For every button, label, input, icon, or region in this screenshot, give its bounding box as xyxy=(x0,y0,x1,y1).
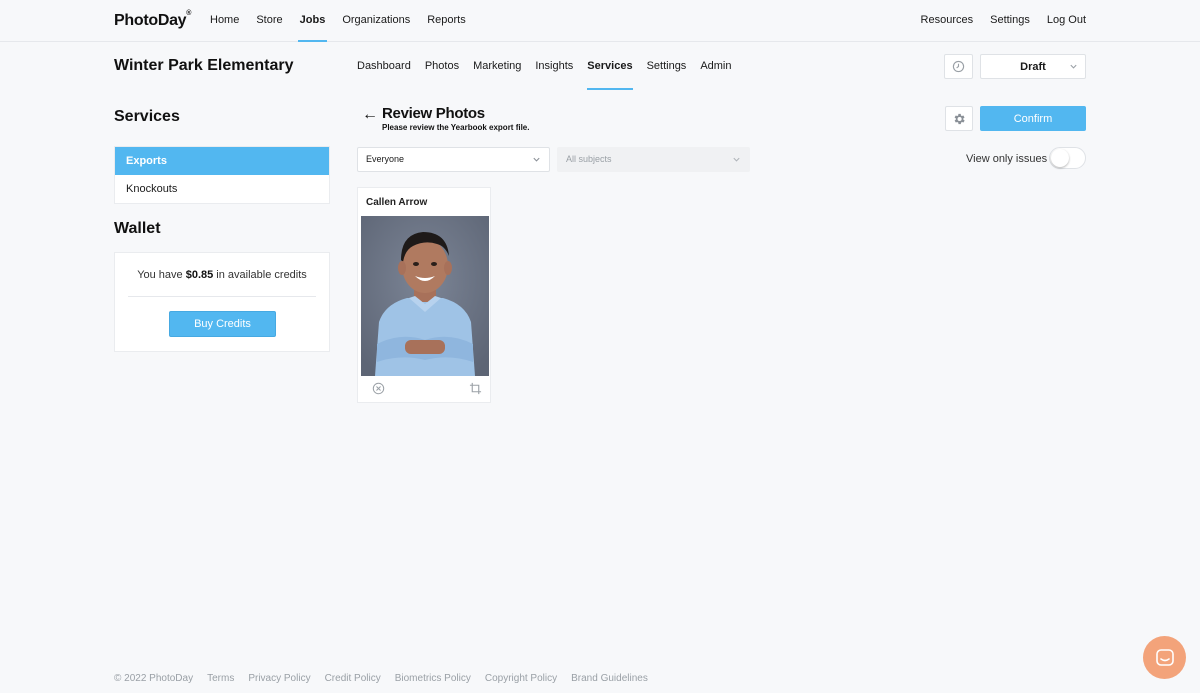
job-title: Winter Park Elementary xyxy=(114,57,294,74)
chat-widget-button[interactable] xyxy=(1143,636,1186,679)
chevron-down-icon xyxy=(533,157,540,162)
wallet-card: You have $0.85 in available credits Buy … xyxy=(114,252,330,352)
portrait-illustration xyxy=(361,216,489,376)
footer-link-brand[interactable]: Brand Guidelines xyxy=(571,673,648,684)
chevron-down-icon xyxy=(733,157,740,162)
nav-resources[interactable]: Resources xyxy=(921,0,974,42)
crop-icon[interactable] xyxy=(469,382,482,395)
buy-credits-button[interactable]: Buy Credits xyxy=(169,311,276,337)
wallet-amount: $0.85 xyxy=(185,269,214,281)
history-button[interactable] xyxy=(944,54,973,79)
clock-icon xyxy=(952,60,965,73)
wallet-heading: Wallet xyxy=(114,220,161,237)
footer-link-privacy[interactable]: Privacy Policy xyxy=(248,673,310,684)
divider xyxy=(128,296,316,297)
nav-store[interactable]: Store xyxy=(256,0,282,42)
nav-settings[interactable]: Settings xyxy=(990,0,1030,42)
people-filter-select[interactable]: Everyone xyxy=(357,147,550,172)
job-status-value: Draft xyxy=(1020,60,1046,73)
close-circle-icon[interactable] xyxy=(372,382,385,395)
nav-jobs[interactable]: Jobs xyxy=(297,0,327,42)
tab-marketing[interactable]: Marketing xyxy=(473,53,521,90)
tab-dashboard[interactable]: Dashboard xyxy=(357,53,411,90)
view-issues-toggle[interactable] xyxy=(1049,147,1086,169)
footer-link-credit[interactable]: Credit Policy xyxy=(325,673,381,684)
subjects-filter-select: All subjects xyxy=(557,147,750,172)
tab-photos[interactable]: Photos xyxy=(425,53,459,90)
footer-link-terms[interactable]: Terms xyxy=(207,673,234,684)
chevron-down-icon xyxy=(1070,64,1077,69)
tab-admin[interactable]: Admin xyxy=(700,53,731,90)
settings-button[interactable] xyxy=(945,106,973,131)
services-heading: Services xyxy=(114,108,180,125)
photo-card[interactable]: Callen Arrow xyxy=(357,187,491,403)
sidebar-item-knockouts[interactable]: Knockouts xyxy=(115,175,329,203)
subject-photo[interactable] xyxy=(361,216,489,376)
tab-settings[interactable]: Settings xyxy=(647,53,687,90)
tab-insights[interactable]: Insights xyxy=(535,53,573,90)
view-issues-label: View only issues xyxy=(966,153,1048,165)
nav-organizations[interactable]: Organizations xyxy=(342,0,410,42)
nav-logout[interactable]: Log Out xyxy=(1047,0,1086,42)
page-subtitle: Please review the Yearbook export file. xyxy=(382,123,530,132)
nav-home[interactable]: Home xyxy=(210,0,239,42)
photo-actions xyxy=(358,381,490,399)
photoday-logo[interactable]: PhotoDay® xyxy=(114,10,191,30)
job-status-select[interactable]: Draft xyxy=(980,54,1086,79)
back-arrow-icon[interactable]: ← xyxy=(362,106,378,124)
tab-services[interactable]: Services xyxy=(587,53,633,90)
main-nav: Home Store Jobs Organizations Reports xyxy=(210,0,483,42)
sidebar-item-exports[interactable]: Exports xyxy=(115,147,329,175)
services-menu: Exports Knockouts xyxy=(114,146,330,204)
footer-link-biometrics[interactable]: Biometrics Policy xyxy=(395,673,471,684)
chat-icon xyxy=(1155,648,1174,666)
confirm-button[interactable]: Confirm xyxy=(980,106,1086,131)
top-navbar: PhotoDay® Home Store Jobs Organizations … xyxy=(0,0,1200,42)
page-title: Review Photos xyxy=(382,105,485,122)
footer-copyright: © 2022 PhotoDay xyxy=(114,673,194,684)
footer-link-copyright[interactable]: Copyright Policy xyxy=(485,673,557,684)
gear-icon xyxy=(954,113,965,124)
account-nav: Resources Settings Log Out xyxy=(904,0,1086,42)
footer: © 2022 PhotoDay Terms Privacy Policy Cre… xyxy=(114,673,662,684)
photo-subject-name: Callen Arrow xyxy=(366,197,428,208)
nav-reports[interactable]: Reports xyxy=(427,0,466,42)
people-filter-value: Everyone xyxy=(366,154,405,164)
job-tabs: Dashboard Photos Marketing Insights Serv… xyxy=(357,53,746,90)
subjects-filter-value: All subjects xyxy=(566,154,612,164)
toggle-knob xyxy=(1051,149,1069,167)
wallet-balance-text: You have $0.85 in available credits xyxy=(137,269,307,281)
